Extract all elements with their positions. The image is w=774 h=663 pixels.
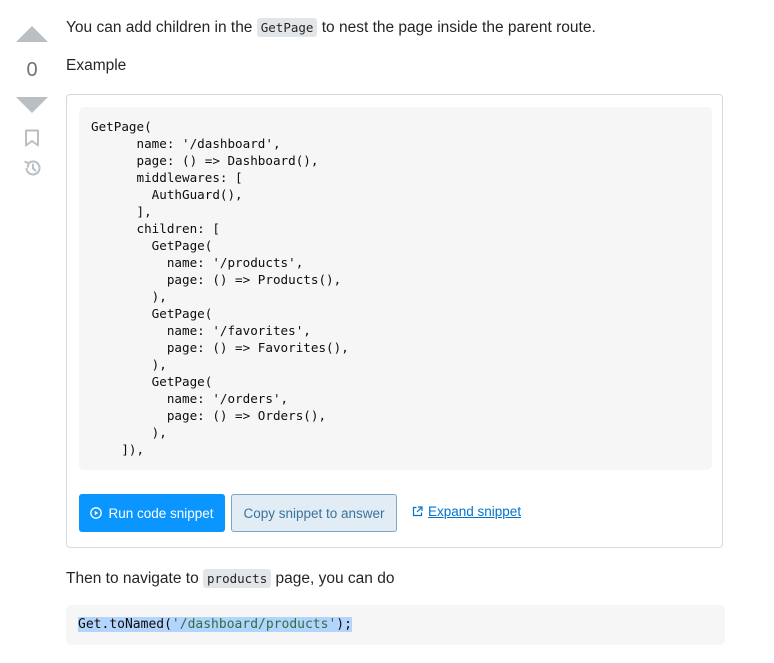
answer-paragraph-3: Then to navigate to products page, you c…	[66, 568, 394, 590]
downvote-arrow-icon[interactable]	[16, 97, 48, 113]
run-code-snippet-label: Run code snippet	[108, 505, 214, 521]
external-link-icon	[412, 506, 423, 517]
paragraph-text: page, you can do	[271, 570, 395, 587]
paragraph-text: to nest the page inside the parent route…	[317, 19, 596, 36]
bookmark-icon[interactable]	[24, 129, 40, 147]
paragraph-text: You can add children in the	[66, 19, 257, 36]
snippet-code-text[interactable]: GetPage( name: '/dashboard', page: () =>…	[79, 107, 712, 469]
copy-snippet-label: Copy snippet to answer	[243, 505, 385, 521]
history-icon[interactable]	[22, 158, 42, 178]
selected-code[interactable]: Get.toNamed('/dashboard/products');	[78, 617, 352, 632]
code-snippet: GetPage( name: '/dashboard', page: () =>…	[66, 94, 723, 548]
play-circle-icon	[90, 507, 103, 519]
upvote-arrow-icon[interactable]	[16, 26, 48, 42]
inline-code-products: products	[203, 569, 272, 588]
expand-snippet-label: Expand snippet	[428, 504, 522, 519]
inline-code-getpage: GetPage	[256, 18, 318, 37]
copy-snippet-button[interactable]: Copy snippet to answer	[231, 494, 397, 532]
run-code-snippet-button[interactable]: Run code snippet	[79, 494, 225, 532]
vote-count: 0	[26, 59, 38, 81]
answer-paragraph-2: Example	[66, 57, 127, 74]
answer-paragraph-1: You can add children in the GetPage to n…	[66, 17, 596, 39]
snippet-code-block[interactable]: GetPage( name: '/dashboard', page: () =>…	[79, 107, 712, 470]
expand-snippet-link[interactable]: Expand snippet	[412, 504, 521, 519]
code-part: Get.toNamed(	[78, 617, 172, 632]
paragraph-text: Then to navigate to	[66, 570, 204, 587]
navigation-code-block[interactable]: Get.toNamed('/dashboard/products');	[66, 605, 725, 645]
code-part: );	[336, 617, 352, 632]
code-string: '/dashboard/products'	[171, 617, 337, 632]
